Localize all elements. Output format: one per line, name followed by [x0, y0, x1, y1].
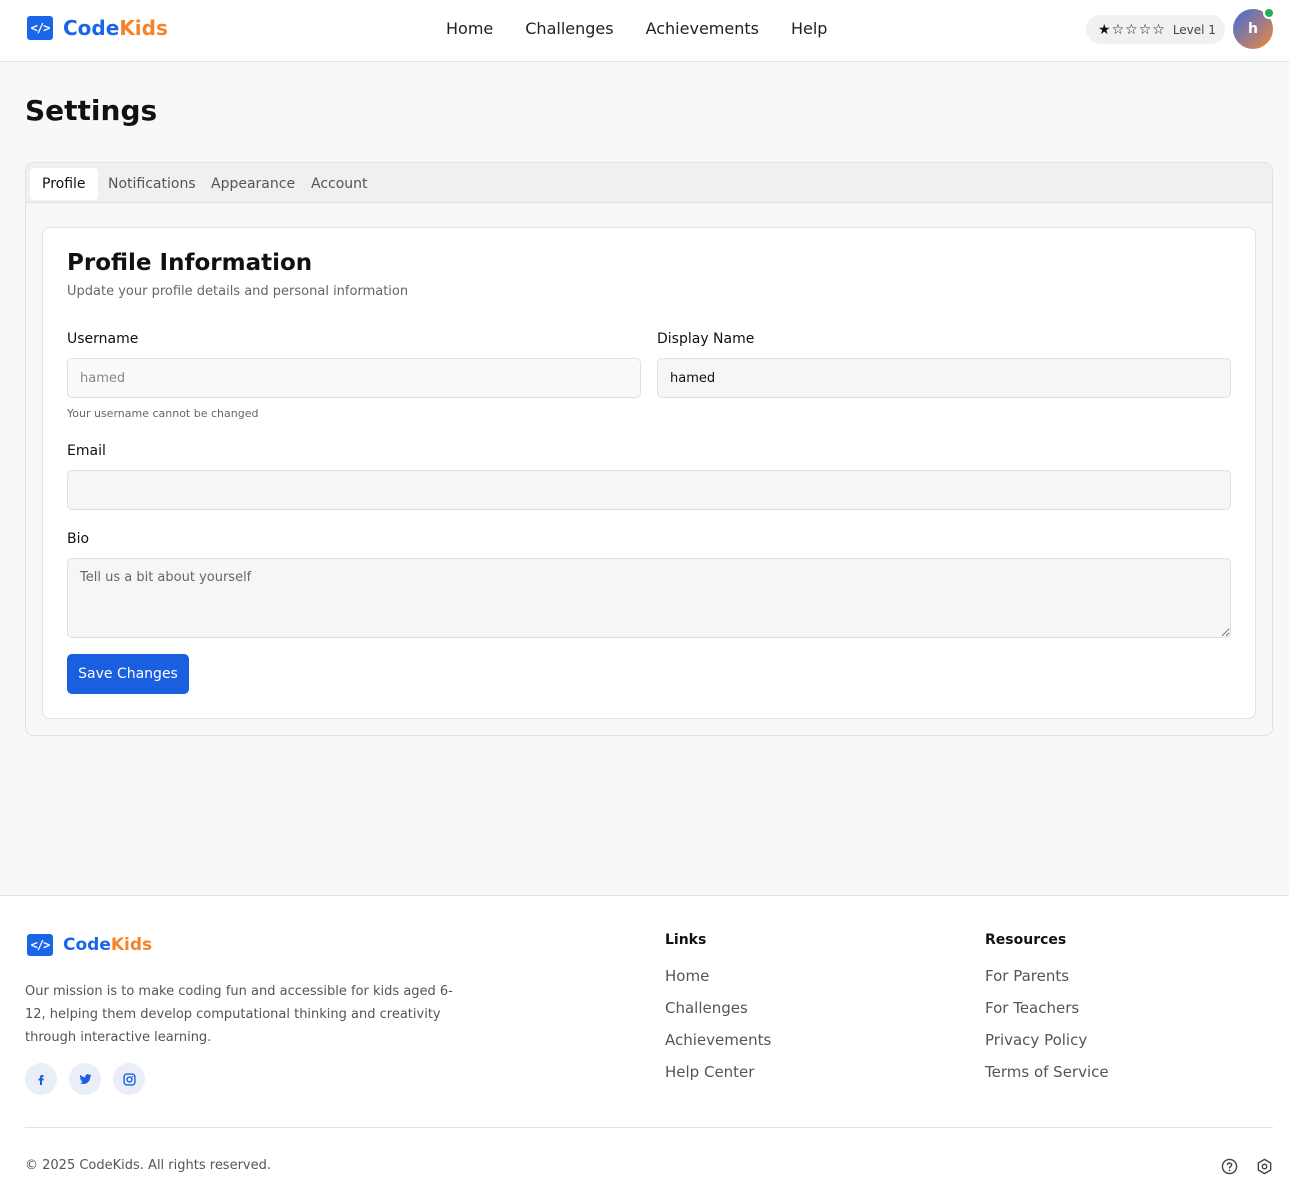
footer-link-privacy-policy[interactable]: Privacy Policy: [985, 1030, 1109, 1050]
display-name-label: Display Name: [657, 331, 755, 347]
star-empty-icon: ☆: [1111, 21, 1125, 38]
instagram-icon[interactable]: [113, 1063, 145, 1095]
footer-link-help-center[interactable]: Help Center: [665, 1062, 771, 1082]
brand-name: CodeKids: [63, 16, 168, 40]
nav-challenges[interactable]: Challenges: [525, 19, 613, 38]
username-input[interactable]: [67, 358, 641, 398]
star-filled-icon: ★: [1098, 21, 1111, 38]
footer-link-achievements[interactable]: Achievements: [665, 1030, 771, 1050]
online-status-dot: [1263, 7, 1275, 19]
footer-link-challenges[interactable]: Challenges: [665, 998, 771, 1018]
footer-mission: Our mission is to make coding fun and ac…: [25, 984, 453, 1045]
header-logo[interactable]: </> CodeKids: [27, 16, 168, 40]
profile-card-title: Profile Information: [67, 250, 313, 276]
profile-card-subtitle: Update your profile details and personal…: [67, 284, 409, 299]
footer-link-terms-of-service[interactable]: Terms of Service: [985, 1062, 1109, 1082]
footer-link-home[interactable]: Home: [665, 966, 771, 986]
main-nav: Home Challenges Achievements Help: [446, 19, 827, 38]
copyright-text: © 2025 CodeKids. All rights reserved.: [25, 1158, 272, 1173]
footer-link-for-teachers[interactable]: For Teachers: [985, 998, 1109, 1018]
footer-resources-column: Resources For Parents For Teachers Priva…: [985, 932, 1109, 1094]
footer-divider: [25, 1127, 1273, 1128]
footer-link-for-parents[interactable]: For Parents: [985, 966, 1109, 986]
level-label: Level 1: [1172, 22, 1216, 37]
help-circle-icon[interactable]: [1221, 1158, 1238, 1175]
footer-links-column: Links Home Challenges Achievements Help …: [665, 932, 771, 1094]
display-name-input[interactable]: [657, 358, 1231, 398]
email-label: Email: [67, 443, 106, 459]
email-input[interactable]: [67, 470, 1231, 510]
top-navbar: </> CodeKids Home Challenges Achievement…: [0, 0, 1289, 62]
nav-home[interactable]: Home: [446, 19, 493, 38]
star-empty-icon: ☆: [1125, 21, 1138, 38]
star-empty-icon: ☆: [1152, 21, 1165, 38]
tab-appearance[interactable]: Appearance: [199, 168, 307, 200]
star-empty-icon: ☆: [1138, 21, 1152, 38]
brand-name: CodeKids: [63, 935, 153, 955]
settings-tabs: Profile Notifications Appearance Account: [26, 163, 1272, 203]
nav-help[interactable]: Help: [791, 19, 827, 38]
profile-card: Profile Information Update your profile …: [42, 227, 1256, 719]
username-hint: Your username cannot be changed: [67, 407, 259, 420]
bio-label: Bio: [67, 531, 90, 547]
tab-notifications[interactable]: Notifications: [96, 168, 208, 200]
footer-resources-title: Resources: [985, 932, 1067, 948]
settings-panel: Profile Notifications Appearance Account…: [25, 162, 1273, 736]
save-changes-button[interactable]: Save Changes: [67, 654, 189, 694]
code-icon: </>: [27, 934, 53, 956]
twitter-icon[interactable]: [69, 1063, 101, 1095]
star-rating: ★ ☆ ☆ ☆ ☆: [1098, 22, 1165, 38]
tab-account[interactable]: Account: [299, 168, 380, 200]
footer-links-title: Links: [665, 932, 707, 948]
level-badge: ★ ☆ ☆ ☆ ☆ Level 1: [1086, 15, 1225, 44]
footer: </> CodeKids Our mission is to make codi…: [0, 895, 1289, 1191]
footer-logo[interactable]: </> CodeKids: [27, 934, 152, 956]
page-title: Settings: [25, 94, 158, 127]
tab-profile[interactable]: Profile: [30, 168, 98, 200]
bio-textarea[interactable]: [67, 558, 1231, 638]
social-links: [25, 1063, 145, 1095]
settings-hexagon-icon[interactable]: [1256, 1158, 1273, 1175]
code-icon: </>: [27, 16, 53, 40]
facebook-icon[interactable]: [25, 1063, 57, 1095]
username-label: Username: [67, 331, 139, 347]
nav-achievements[interactable]: Achievements: [646, 19, 759, 38]
